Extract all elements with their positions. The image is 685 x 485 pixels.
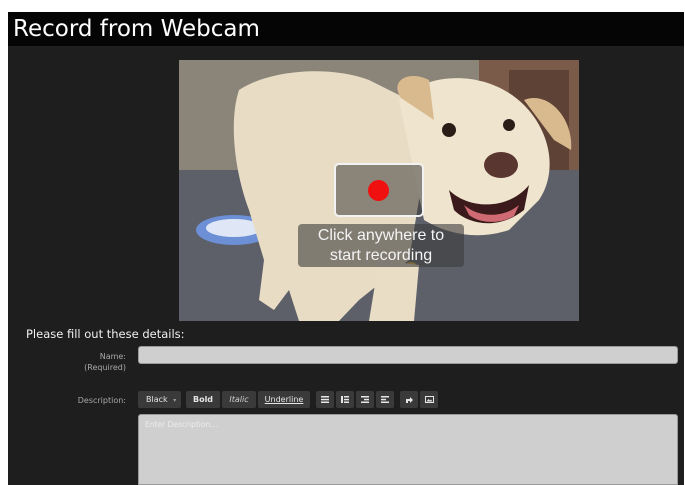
link-button[interactable] xyxy=(400,391,418,408)
form-heading: Please fill out these details: xyxy=(26,327,185,341)
recording-hint-line1: Click anywhere to xyxy=(317,227,445,244)
description-label: Description: xyxy=(77,396,126,405)
color-select-value: Black xyxy=(146,395,168,404)
description-placeholder: Enter Description... xyxy=(145,420,218,429)
webcam-preview[interactable]: Click anywhere to start recording xyxy=(179,60,579,321)
recording-hint[interactable]: Click anywhere to start recording xyxy=(298,224,464,267)
webcam-recorder-window: Record from Webcam Click anywhere to sta… xyxy=(8,12,684,485)
bullet-list-icon xyxy=(321,396,329,403)
description-textarea[interactable]: Enter Description... xyxy=(138,414,678,485)
recording-hint-line2: start recording xyxy=(329,247,433,264)
indent-button[interactable] xyxy=(376,391,394,408)
name-label: Name: xyxy=(99,352,126,361)
indent-icon xyxy=(381,396,389,403)
numbered-list-button[interactable] xyxy=(336,391,354,408)
outdent-icon xyxy=(361,396,369,403)
link-icon xyxy=(406,396,413,403)
numbered-list-icon xyxy=(341,396,349,403)
record-dot-icon xyxy=(368,180,389,201)
color-select[interactable]: Black ▾ xyxy=(138,391,181,408)
name-required-label: (Required) xyxy=(84,363,126,372)
bold-button[interactable]: Bold xyxy=(186,391,220,408)
chevron-down-icon: ▾ xyxy=(173,397,177,404)
name-input[interactable] xyxy=(138,346,678,364)
name-label-group: Name: (Required) xyxy=(16,351,126,373)
bullet-list-button[interactable] xyxy=(316,391,334,408)
record-button[interactable] xyxy=(334,163,424,217)
outdent-button[interactable] xyxy=(356,391,374,408)
image-button[interactable] xyxy=(420,391,438,408)
image-icon xyxy=(424,396,434,403)
underline-button[interactable]: Underline xyxy=(258,391,310,408)
italic-button[interactable]: Italic xyxy=(222,391,256,408)
window-title: Record from Webcam xyxy=(13,16,260,42)
title-bar: Record from Webcam xyxy=(8,12,684,46)
